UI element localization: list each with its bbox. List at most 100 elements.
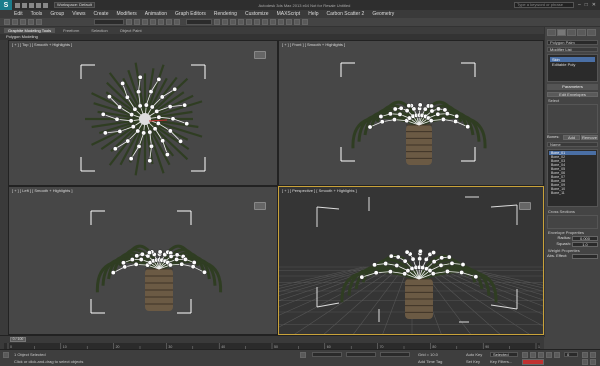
bind-space-warp-icon[interactable] (36, 19, 42, 25)
tab-selection[interactable]: Selection (87, 28, 111, 33)
go-to-start-icon[interactable] (522, 352, 528, 358)
remove-bone-button[interactable]: Remove (581, 135, 598, 140)
app-logo[interactable]: S (0, 0, 12, 10)
menu-animation[interactable]: Animation (145, 11, 167, 17)
pivot-icon[interactable] (214, 19, 220, 25)
go-to-end-icon[interactable] (554, 352, 560, 358)
schematic-view-icon[interactable] (278, 19, 284, 25)
prev-frame-icon[interactable] (530, 352, 536, 358)
scale-icon[interactable] (174, 19, 180, 25)
layer-manager-icon[interactable] (262, 19, 268, 25)
rotate-icon[interactable] (166, 19, 172, 25)
unlink-icon[interactable] (28, 19, 34, 25)
maximize-button[interactable]: □ (585, 2, 588, 8)
abs-effect-input[interactable] (572, 254, 598, 259)
next-frame-icon[interactable] (546, 352, 552, 358)
motion-tab-icon[interactable] (577, 29, 586, 36)
modify-tab-icon[interactable] (557, 29, 566, 36)
create-tab-icon[interactable] (547, 29, 556, 36)
selection-filter-dropdown[interactable] (94, 19, 124, 25)
window-crossing-icon[interactable] (150, 19, 156, 25)
bones-name-header[interactable]: Name (547, 142, 598, 147)
auto-key-button[interactable] (522, 359, 544, 365)
modifier-list-dropdown[interactable]: Modifier List (547, 47, 598, 52)
render-icon[interactable] (302, 19, 308, 25)
hierarchy-tab-icon[interactable] (567, 29, 576, 36)
bone-joint (388, 253, 394, 259)
key-filters-button[interactable]: Key Filters... (490, 359, 512, 364)
menu-help[interactable]: Help (308, 11, 318, 17)
render-setup-icon[interactable] (294, 19, 300, 25)
orbit-icon[interactable] (582, 359, 588, 365)
viewport-front[interactable]: [ + ] [ Front ] [ Smooth + Highlights ] (278, 40, 544, 186)
select-region-icon[interactable] (142, 19, 148, 25)
display-tab-icon[interactable] (587, 29, 596, 36)
snap-icon[interactable] (222, 19, 228, 25)
new-file-icon[interactable] (15, 2, 20, 8)
edit-envelopes-button[interactable]: Edit Envelopes (547, 92, 598, 97)
menu-group[interactable]: Group (50, 11, 64, 17)
key-mode-dropdown[interactable]: Selected (490, 352, 518, 357)
menu-customize[interactable]: Customize (245, 11, 269, 17)
squash-input[interactable]: 1.0 (572, 242, 598, 247)
radius-input[interactable]: 0.000 (572, 236, 598, 241)
zoom-icon[interactable] (582, 352, 588, 358)
list-item[interactable]: Bone_11 (549, 191, 596, 195)
select-object-icon[interactable] (126, 19, 132, 25)
viewport-top[interactable]: [ + ] [ Top ] [ Smooth + Highlights ] (8, 40, 278, 186)
close-button[interactable]: ✕ (592, 2, 596, 8)
menu-create[interactable]: Create (93, 11, 108, 17)
menu-maxscript[interactable]: MAXScript (277, 11, 301, 17)
menu-tools[interactable]: Tools (31, 11, 43, 17)
tab-freeform[interactable]: Freeform (59, 28, 83, 33)
x-coord-field[interactable] (312, 352, 342, 357)
open-file-icon[interactable] (22, 2, 27, 8)
menu-rendering[interactable]: Rendering (214, 11, 237, 17)
time-slider[interactable]: 0 / 100 (10, 337, 26, 342)
menu-edit[interactable]: Edit (14, 11, 23, 17)
add-bone-button[interactable]: Add (563, 135, 580, 140)
menu-carbon-scatter[interactable]: Carbon Scatter 2 (327, 11, 365, 17)
redo-icon[interactable] (43, 2, 48, 8)
undo-icon[interactable] (36, 2, 41, 8)
material-editor-icon[interactable] (286, 19, 292, 25)
bone-joint (453, 118, 459, 124)
current-frame-field[interactable]: 0 (564, 352, 578, 357)
menu-graph-editors[interactable]: Graph Editors (175, 11, 206, 17)
angle-snap-icon[interactable] (230, 19, 236, 25)
tab-graphite-modeling[interactable]: Graphite Modeling Tools (4, 28, 56, 33)
add-time-tag[interactable]: Add Time Tag (418, 359, 442, 364)
percent-snap-icon[interactable] (238, 19, 244, 25)
undo-tool-icon[interactable] (4, 19, 10, 25)
menu-modifiers[interactable]: Modifiers (116, 11, 136, 17)
z-coord-field[interactable] (380, 352, 410, 357)
play-icon[interactable] (538, 352, 544, 358)
search-input[interactable]: Type a keyword or phrase (513, 2, 574, 8)
redo-tool-icon[interactable] (12, 19, 18, 25)
lock-selection-icon[interactable] (300, 352, 306, 358)
y-coord-field[interactable] (346, 352, 376, 357)
tab-object-paint[interactable]: Object Paint (116, 28, 146, 33)
menu-views[interactable]: Views (72, 11, 85, 17)
save-file-icon[interactable] (29, 2, 34, 8)
viewport-left[interactable]: [ + ] [ Left ] [ Smooth + Highlights ] (8, 186, 278, 335)
pan-icon[interactable] (590, 352, 596, 358)
object-name-field[interactable]: Polygon Palm (547, 40, 598, 45)
set-key-label[interactable]: Set Key (466, 359, 480, 364)
maxscript-listener-icon[interactable] (3, 352, 9, 358)
maximize-viewport-icon[interactable] (590, 359, 596, 365)
minimize-button[interactable]: – (578, 2, 581, 8)
stack-item-editable-poly[interactable]: Editable Poly (550, 62, 595, 67)
menu-geometry[interactable]: Geometry (372, 11, 394, 17)
mirror-icon[interactable] (246, 19, 252, 25)
link-icon[interactable] (20, 19, 26, 25)
auto-key-label[interactable]: Auto Key (466, 352, 482, 357)
curve-editor-icon[interactable] (270, 19, 276, 25)
viewport-perspective[interactable]: [ + ] [ Perspective ] [ Smooth + Highlig… (278, 186, 544, 335)
workspace-dropdown[interactable]: Workspace: Default (54, 2, 95, 8)
move-icon[interactable] (158, 19, 164, 25)
parameters-rollout[interactable]: Parameters (547, 84, 598, 90)
align-icon[interactable] (254, 19, 260, 25)
reference-coord-dropdown[interactable] (186, 19, 212, 25)
select-by-name-icon[interactable] (134, 19, 140, 25)
